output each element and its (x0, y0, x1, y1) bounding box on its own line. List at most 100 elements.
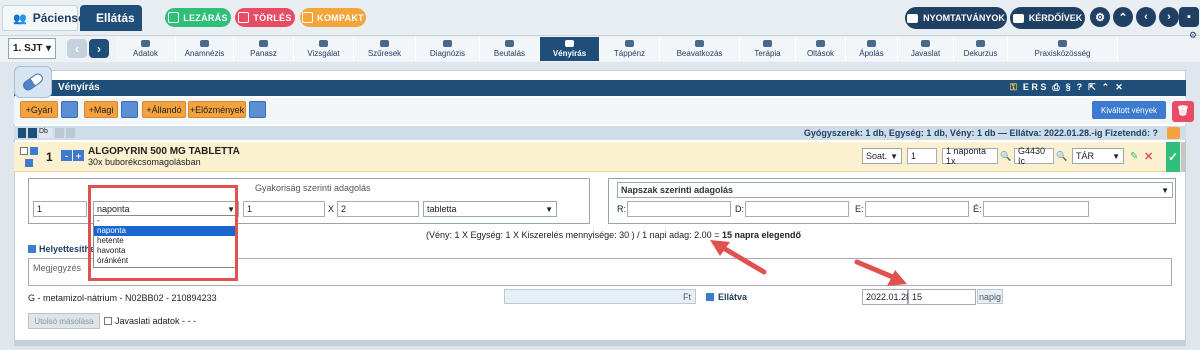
ejjel-input[interactable] (983, 201, 1089, 217)
plus-button[interactable]: + (73, 150, 84, 161)
search-icon[interactable]: 🔍 (1000, 148, 1012, 164)
tab-tappenz[interactable]: Táppénz (600, 37, 660, 61)
remove-icon[interactable]: ✕ (1144, 150, 1153, 163)
folder-icon (302, 12, 314, 23)
a-button[interactable] (1181, 142, 1186, 172)
drug-row: 1 - + ALGOPYRIN 500 MG TABLETTA 30x bubo… (14, 142, 1186, 172)
popout-icon[interactable]: ⇱ (1088, 82, 1096, 93)
printer-icon[interactable] (28, 128, 37, 138)
warning-icon[interactable] (1167, 127, 1180, 139)
price-field[interactable]: Ft (504, 289, 696, 304)
summary-controls: Db (18, 128, 75, 138)
kompakt-button[interactable]: KOMPAKT (300, 8, 366, 27)
torles-button[interactable]: TÖRLÉS (235, 8, 295, 27)
qty-stepper[interactable]: 1 (907, 148, 937, 164)
delben-input[interactable] (745, 201, 849, 217)
type-select[interactable]: Soat. ▼ (862, 148, 902, 164)
helyettesithe-checkbox[interactable]: Helyettesíthe (28, 244, 95, 254)
plus-icon[interactable] (66, 128, 75, 138)
tab-apolas[interactable]: Ápolás (846, 37, 898, 61)
tab-anamnezis[interactable]: Anamnézis (176, 37, 234, 61)
settings-icon[interactable]: ⚙ (1189, 30, 1197, 41)
select-all-checkbox[interactable] (18, 128, 26, 138)
tab-pacienses[interactable]: 👥 Páciensek (2, 5, 91, 31)
edit-icon[interactable]: ✎ (1130, 151, 1138, 162)
unit-select[interactable]: tabletta ▼ (423, 201, 557, 217)
confirm-button[interactable]: ✓ (1166, 142, 1180, 172)
lezaras-button[interactable]: LEZÁRÁS (165, 8, 231, 27)
printer-icon (907, 13, 919, 23)
code-input[interactable]: G4430 Ic (1014, 146, 1054, 166)
tab-beavatkozas[interactable]: Beavatkozás (660, 37, 740, 61)
drug-checkbox[interactable] (20, 147, 28, 155)
collapse-icon[interactable]: ⌃ (1102, 82, 1110, 93)
pill-icon (14, 66, 52, 98)
nyomtatvanyok-button[interactable]: NYOMTATVÁNYOK (905, 7, 1007, 29)
calendar-icon[interactable] (249, 101, 266, 118)
ej-label: É: (973, 204, 982, 214)
search-icon[interactable]: 🔍 (1056, 148, 1068, 164)
tab-diagnozis[interactable]: Diagnózis (416, 37, 480, 61)
reggel-input[interactable] (627, 201, 731, 217)
gear-icon[interactable]: ⚙ (1090, 7, 1110, 27)
tab-javaslat[interactable]: Javaslat (898, 37, 954, 61)
nav-next-button[interactable]: › (89, 39, 109, 58)
printer-icon[interactable]: ⎙ (1052, 82, 1059, 93)
tab-panasz[interactable]: Panasz (234, 37, 294, 61)
section-icon[interactable]: § (1066, 82, 1071, 93)
kivaltott-venyek-button[interactable]: Kiváltott vények (1092, 101, 1166, 119)
napszak-select[interactable]: Napszak szerinti adagolás ▼ (617, 182, 1173, 198)
edit-icon[interactable] (121, 101, 138, 118)
tab-beutalas[interactable]: Beutalás (480, 37, 540, 61)
tab-szuresek[interactable]: Szűresek (354, 37, 416, 61)
javaslati-checkbox[interactable]: Javaslati adatok - - - (104, 316, 196, 326)
chevron-down-icon: ▼ (1112, 151, 1120, 161)
tab-terapia[interactable]: Terápia (740, 37, 796, 61)
x-value-input[interactable]: 2 (337, 201, 419, 217)
tab-dekurzus[interactable]: Dekurzus (954, 37, 1008, 61)
minus-button[interactable]: - (61, 150, 72, 161)
elozmenyek-button[interactable]: +Előzmények (188, 101, 246, 118)
allando-button[interactable]: +Állandó (142, 101, 186, 118)
chevron-left-icon[interactable]: ‹ (1136, 7, 1156, 27)
napig-input[interactable]: 15 (908, 289, 976, 305)
help-icon[interactable]: ? (1077, 82, 1083, 93)
annotation-arrow-left (710, 240, 767, 275)
tab-vizsgalat[interactable]: Vizsgálat (294, 37, 354, 61)
chevron-right-icon[interactable]: › (1159, 7, 1179, 27)
minus-icon[interactable] (55, 128, 64, 138)
annotation-arrow-right (854, 259, 907, 286)
checkbox (104, 317, 112, 325)
chevron-up-icon[interactable]: ⌃ (1113, 7, 1133, 27)
info-icon[interactable] (25, 159, 33, 167)
drug-index: 1 (46, 150, 53, 164)
tab-adatok[interactable]: Adatok (116, 37, 176, 61)
chat-icon[interactable]: ▪ (1179, 7, 1199, 27)
este-input[interactable] (865, 201, 969, 217)
ellatva-checkbox[interactable]: Ellátva (706, 292, 747, 302)
document-icon[interactable] (30, 147, 38, 155)
tab-oltasok[interactable]: Oltások (796, 37, 846, 61)
utolso-masolasa-button[interactable]: Utolsó másolása (28, 313, 100, 329)
delete-icon[interactable]: 🗑 (1172, 101, 1194, 122)
magi-button[interactable]: +Magi (84, 101, 118, 118)
tab-icon (695, 40, 704, 47)
nav-row: 1. SJT ▾ ‹ › Adatok Anamnézis Panasz Vizsgá… (0, 36, 1200, 62)
tab-venyiras[interactable]: Vényírás (540, 37, 600, 61)
edit-icon[interactable] (61, 101, 78, 118)
tar-select[interactable]: TÁR ▼ (1072, 148, 1124, 164)
kerdoivek-button[interactable]: KÉRDŐÍVEK (1010, 7, 1085, 29)
close-icon[interactable]: ✕ (1115, 82, 1123, 93)
tab-ellatas[interactable]: Ellátás (80, 5, 142, 31)
tab-praxiskozosseg[interactable]: Praxisközösség (1008, 37, 1118, 61)
count-input[interactable]: 1 (33, 201, 87, 217)
key-icon[interactable]: ⚿ (1010, 82, 1017, 93)
check-icon (168, 12, 180, 23)
dose-input[interactable]: 1 naponta 1x (942, 146, 998, 166)
per-input[interactable]: 1 (243, 201, 325, 217)
gyari-button[interactable]: +Gyári (20, 101, 58, 118)
chevron-down-icon: ▼ (545, 204, 553, 214)
tab-icon (505, 40, 514, 47)
nav-prev-button[interactable]: ‹ (67, 39, 87, 58)
sjt-select[interactable]: 1. SJT ▾ (8, 38, 56, 59)
